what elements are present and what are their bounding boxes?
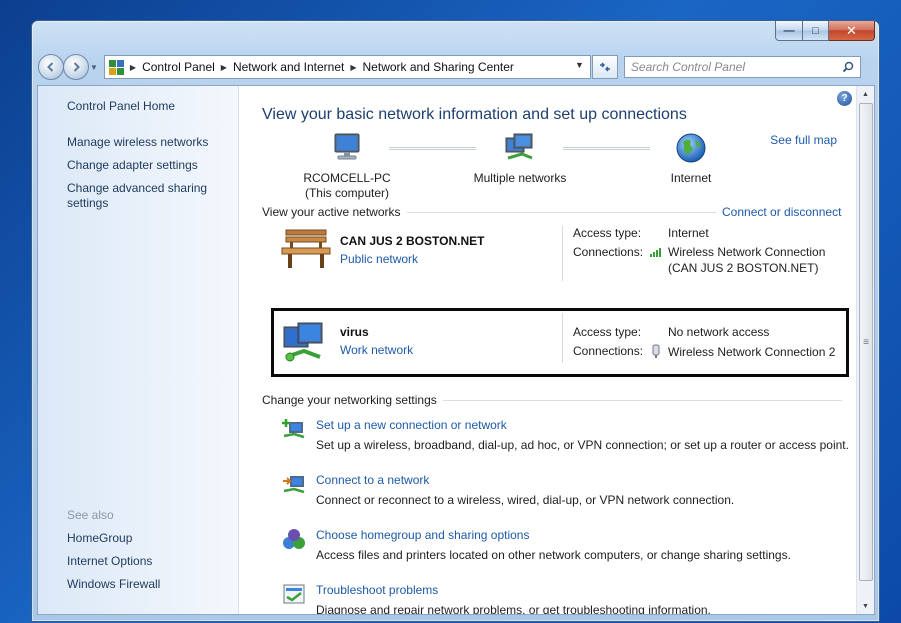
active-network-card: CAN JUS 2 BOSTON.NET Public network Acce…: [262, 226, 842, 288]
public-network-bench-icon[interactable]: [280, 228, 332, 273]
map-node-multiple-networks[interactable]: Multiple networks: [460, 132, 580, 186]
change-settings-heading: Change your networking settings: [262, 393, 443, 407]
connect-or-disconnect-link[interactable]: Connect or disconnect: [716, 205, 842, 219]
breadcrumb-separator[interactable]: ▶: [221, 63, 227, 72]
access-type-label: Access type:: [573, 226, 642, 240]
forward-button[interactable]: [63, 54, 89, 80]
map-node-internet-label: Internet: [670, 171, 712, 185]
wireless-connection-name[interactable]: Wireless Network Connection 2: [668, 345, 835, 359]
search-icon[interactable]: [842, 61, 854, 73]
address-bar[interactable]: ▶ Control Panel ▶ Network and Internet ▶…: [103, 55, 591, 79]
scroll-up-arrow-icon[interactable]: ▲: [857, 86, 874, 102]
refresh-button[interactable]: [591, 55, 618, 79]
back-arrow-icon: [47, 62, 54, 72]
vertical-scrollbar[interactable]: ▲ ≡ ▼: [856, 86, 874, 614]
active-network-card: virus Work network Access type: No netwo…: [262, 313, 842, 369]
setup-new-connection-link[interactable]: Set up a new connection or network: [316, 418, 507, 432]
refresh-icon: [599, 62, 610, 72]
navigation-bar: ▼ ▶ Control Panel ▶ Network and Internet…: [38, 53, 873, 81]
recent-pages-dropdown[interactable]: ▼: [90, 63, 98, 72]
setup-new-connection-desc: Set up a wireless, broadband, dial-up, a…: [316, 438, 849, 452]
help-icon[interactable]: ?: [837, 91, 852, 106]
globe-icon: [676, 133, 706, 163]
scroll-thumb[interactable]: ≡: [859, 103, 873, 581]
access-type-value: No network access: [668, 325, 770, 339]
close-button[interactable]: ✕: [829, 21, 875, 41]
map-node-internet[interactable]: Internet: [631, 132, 751, 186]
maximize-button[interactable]: □: [803, 21, 829, 41]
network-type-link[interactable]: Work network: [340, 343, 413, 357]
search-box[interactable]: [623, 56, 861, 78]
see-also-heading: See also: [67, 508, 114, 522]
new-connection-icon: [282, 419, 305, 439]
network-sharing-center-window: — □ ✕ ▼ ▶ Control Panel ▶ Network and In…: [31, 20, 880, 622]
wireless-adapter-icon: [652, 344, 660, 358]
map-node-this-computer[interactable]: RCOMCELL-PC (This computer): [287, 132, 407, 201]
sidebar-link-manage-wireless-networks[interactable]: Manage wireless networks: [67, 135, 227, 150]
work-network-icon[interactable]: [282, 321, 328, 366]
minimize-button[interactable]: —: [775, 21, 803, 41]
connections-label: Connections:: [573, 245, 644, 259]
breadcrumb-separator[interactable]: ▶: [130, 63, 136, 72]
access-type-value: Internet: [668, 226, 709, 240]
network-type-link[interactable]: Public network: [340, 252, 418, 266]
address-dropdown-icon[interactable]: ▼: [575, 60, 584, 70]
wireless-connection-link[interactable]: Wireless Network Connection: [650, 245, 825, 259]
network-name: CAN JUS 2 BOSTON.NET: [340, 234, 485, 248]
connect-to-network-link[interactable]: Connect to a network: [316, 473, 429, 487]
caption-buttons: — □ ✕: [775, 21, 875, 41]
map-node-multiple-networks-label: Multiple networks: [473, 171, 567, 185]
breadcrumb-network-and-sharing-center[interactable]: Network and Sharing Center: [363, 60, 514, 74]
sidebar-link-change-advanced-sharing-settings[interactable]: Change advanced sharing settings: [67, 181, 212, 211]
network-divider: [562, 226, 563, 281]
sidebar-link-windows-firewall[interactable]: Windows Firewall: [67, 577, 227, 592]
choose-homegroup-link[interactable]: Choose homegroup and sharing options: [316, 528, 529, 542]
map-node-computer-name: RCOMCELL-PC: [303, 171, 391, 185]
wireless-connection-link[interactable]: Wireless Network Connection 2: [651, 344, 835, 359]
main-panel: ? View your basic network information an…: [239, 86, 874, 614]
active-networks-heading: View your active networks: [262, 205, 407, 219]
forward-arrow-icon: [73, 62, 80, 72]
connect-to-network-desc: Connect or reconnect to a wireless, wire…: [316, 493, 735, 507]
breadcrumb-separator[interactable]: ▶: [350, 63, 356, 72]
see-full-map-link[interactable]: See full map: [770, 133, 837, 147]
breadcrumb-control-panel[interactable]: Control Panel: [142, 60, 215, 74]
troubleshoot-problems-link[interactable]: Troubleshoot problems: [316, 583, 438, 597]
network-name: virus: [340, 325, 369, 339]
page-title: View your basic network information and …: [262, 106, 687, 123]
sidebar-link-change-adapter-settings[interactable]: Change adapter settings: [67, 158, 227, 173]
content-area: Control Panel Home Manage wireless netwo…: [37, 85, 875, 615]
map-node-computer-subtitle: (This computer): [304, 186, 390, 200]
wireless-signal-icon: [650, 248, 661, 257]
breadcrumb-network-and-internet[interactable]: Network and Internet: [233, 60, 344, 74]
back-button[interactable]: [38, 54, 64, 80]
scroll-down-arrow-icon[interactable]: ▼: [857, 598, 874, 614]
control-panel-icon: [108, 59, 124, 75]
search-input[interactable]: [630, 60, 831, 74]
troubleshoot-problems-desc: Diagnose and repair network problems, or…: [316, 603, 711, 615]
computer-icon: [334, 133, 360, 160]
sidebar-link-control-panel-home[interactable]: Control Panel Home: [67, 99, 227, 114]
homegroup-icon: [283, 529, 305, 549]
access-type-label: Access type:: [573, 325, 642, 339]
wireless-connection-name[interactable]: Wireless Network Connection: [668, 245, 825, 259]
troubleshoot-icon: [283, 584, 305, 604]
connections-label: Connections:: [573, 344, 644, 358]
choose-homegroup-desc: Access files and printers located on oth…: [316, 548, 791, 562]
multiple-networks-icon: [505, 133, 533, 160]
connect-network-icon: [283, 476, 305, 494]
sidebar-link-internet-options[interactable]: Internet Options: [67, 554, 227, 569]
sidebar-link-homegroup[interactable]: HomeGroup: [67, 531, 227, 546]
sidebar: Control Panel Home Manage wireless netwo…: [38, 86, 239, 614]
network-divider: [562, 313, 563, 363]
wireless-connection-ssid[interactable]: (CAN JUS 2 BOSTON.NET): [668, 261, 818, 275]
